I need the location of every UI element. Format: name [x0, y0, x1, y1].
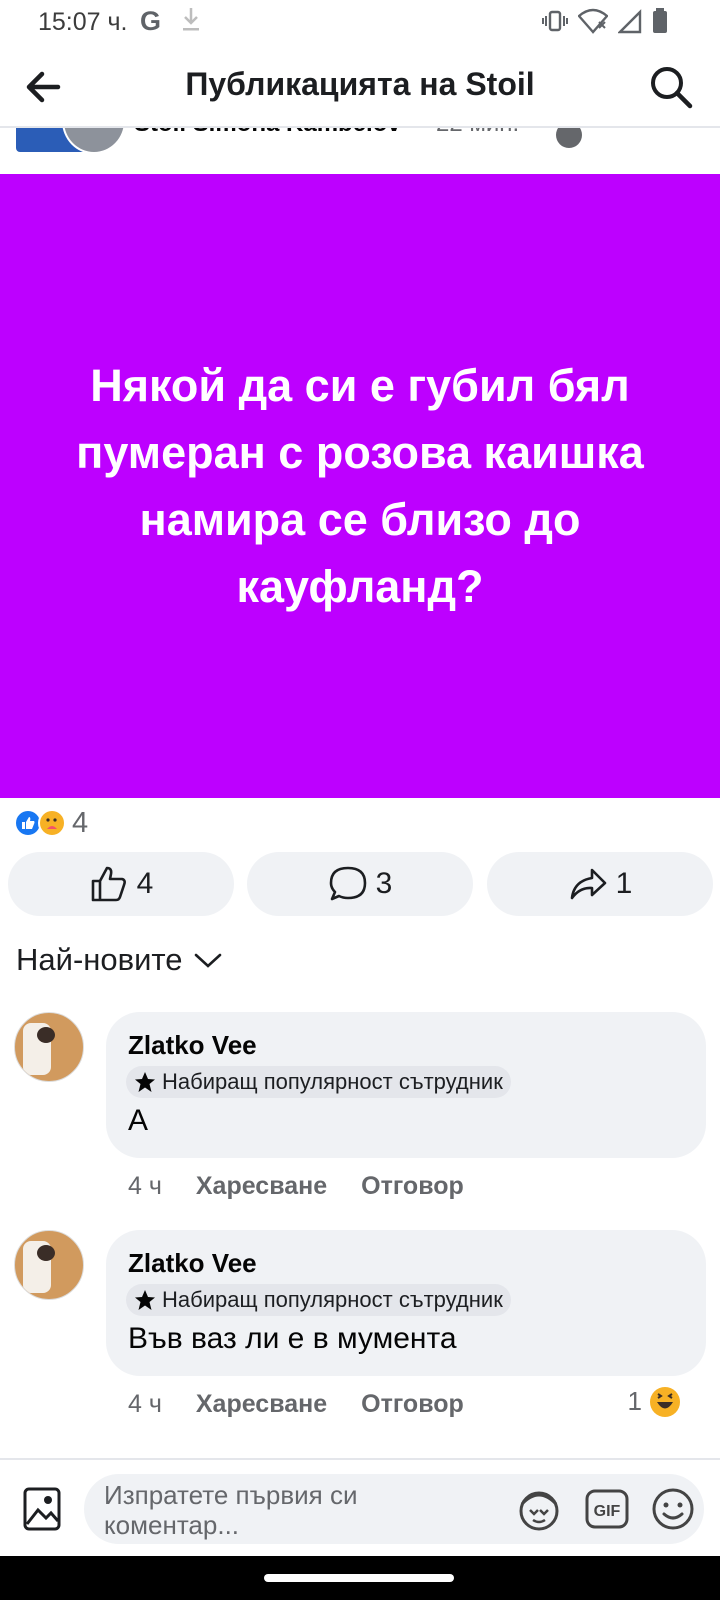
comment-bubble[interactable]: Zlatko Vee Набиращ популярност сътрудник… — [106, 1230, 706, 1376]
like-button[interactable]: 4 — [8, 852, 234, 916]
comment-icon — [329, 866, 366, 901]
post-text: Някой да си е губил бял пумеран с розова… — [76, 360, 644, 612]
gif-label: GIF — [594, 1503, 621, 1520]
share-button[interactable]: 1 — [487, 852, 713, 916]
battery-icon — [653, 8, 667, 33]
post-time: 22 мин. — [436, 128, 519, 138]
comment-input[interactable]: Изпратете първия си коментар... GIF — [84, 1474, 704, 1544]
reaction-count: 4 — [72, 806, 89, 839]
sort-label: Най-новите — [16, 942, 183, 977]
comment-reaction-count: 1 — [627, 1386, 642, 1416]
reaction-summary[interactable]: 4 — [14, 806, 89, 839]
comment-time: 4 ч — [128, 1172, 162, 1200]
comment-sort-dropdown[interactable]: Най-новите — [16, 942, 223, 978]
home-gesture-handle[interactable] — [264, 1574, 454, 1582]
comment-meta: 4 ч Харесване Отговор — [128, 1390, 464, 1419]
laughing-emoji-icon — [650, 1386, 680, 1417]
comment-reply-button[interactable]: Отговор — [361, 1390, 464, 1419]
comment-reaction-summary[interactable]: 1 — [628, 1386, 680, 1417]
contributor-badge[interactable]: Набиращ популярност сътрудник — [126, 1066, 511, 1098]
thumbs-up-icon — [91, 866, 126, 902]
chevron-down-icon — [194, 953, 221, 968]
status-bar: 15:07 ч. G — [0, 0, 720, 46]
post-actions: 4 3 1 — [0, 852, 720, 916]
avatar[interactable] — [14, 1012, 84, 1082]
share-icon — [570, 868, 606, 900]
vibrate-icon — [542, 10, 568, 32]
badge-label: Набиращ популярност сътрудник — [162, 1069, 503, 1094]
like-count: 4 — [136, 867, 154, 900]
emoji-icon[interactable] — [650, 1486, 696, 1532]
wifi-icon — [578, 8, 608, 34]
comment-like-button[interactable]: Харесване — [196, 1172, 327, 1201]
photo-icon[interactable] — [22, 1486, 62, 1532]
status-time: 15:07 ч. — [38, 8, 128, 36]
share-count: 1 — [615, 867, 633, 900]
top-app-bar: Публикацията на Stoil — [0, 46, 720, 128]
comment-bubble[interactable]: Zlatko Vee Набиращ популярност сътрудник… — [106, 1012, 706, 1158]
gif-icon[interactable]: GIF — [584, 1486, 630, 1532]
comment-author[interactable]: Zlatko Vee — [128, 1030, 257, 1061]
status-icons — [542, 8, 668, 34]
comment-reply-button[interactable]: Отговор — [361, 1172, 464, 1201]
comment-text: Във ваз ли е в мумента — [128, 1322, 457, 1355]
comment-button[interactable]: 3 — [247, 852, 473, 916]
comment-author[interactable]: Zlatko Vee — [128, 1248, 257, 1279]
post-text-card[interactable]: Някой да си е губил бял пумеран с розова… — [0, 174, 720, 798]
care-reaction-icon — [38, 809, 66, 837]
star-icon — [135, 1072, 155, 1092]
author-name[interactable]: Stoil Simona Kambelov — [134, 128, 401, 138]
post-author-row: Stoil Simona Kambelov 22 мин. — [0, 128, 720, 172]
comment-like-button[interactable]: Харесване — [196, 1390, 327, 1419]
comment-input-placeholder: Изпратете първия си коментар... — [104, 1480, 358, 1540]
comment-text: А — [128, 1104, 149, 1137]
download-icon — [183, 8, 199, 31]
comment-count: 3 — [375, 867, 393, 900]
contributor-badge[interactable]: Набиращ популярност сътрудник — [126, 1284, 511, 1316]
system-nav-bar — [0, 1556, 720, 1600]
privacy-icon — [556, 128, 582, 148]
search-icon[interactable] — [648, 64, 694, 110]
star-icon — [135, 1290, 155, 1310]
comment-meta: 4 ч Харесване Отговор — [128, 1172, 464, 1201]
avatar-sticker-icon[interactable] — [516, 1486, 562, 1532]
page-title: Публикацията на Stoil — [185, 66, 535, 102]
google-icon: G — [140, 6, 162, 36]
badge-label: Набиращ популярност сътрудник — [162, 1287, 503, 1312]
avatar[interactable] — [14, 1230, 84, 1300]
comment-time: 4 ч — [128, 1390, 162, 1418]
comment-composer: Изпратете първия си коментар... GIF — [0, 1458, 720, 1556]
signal-icon — [618, 9, 642, 34]
